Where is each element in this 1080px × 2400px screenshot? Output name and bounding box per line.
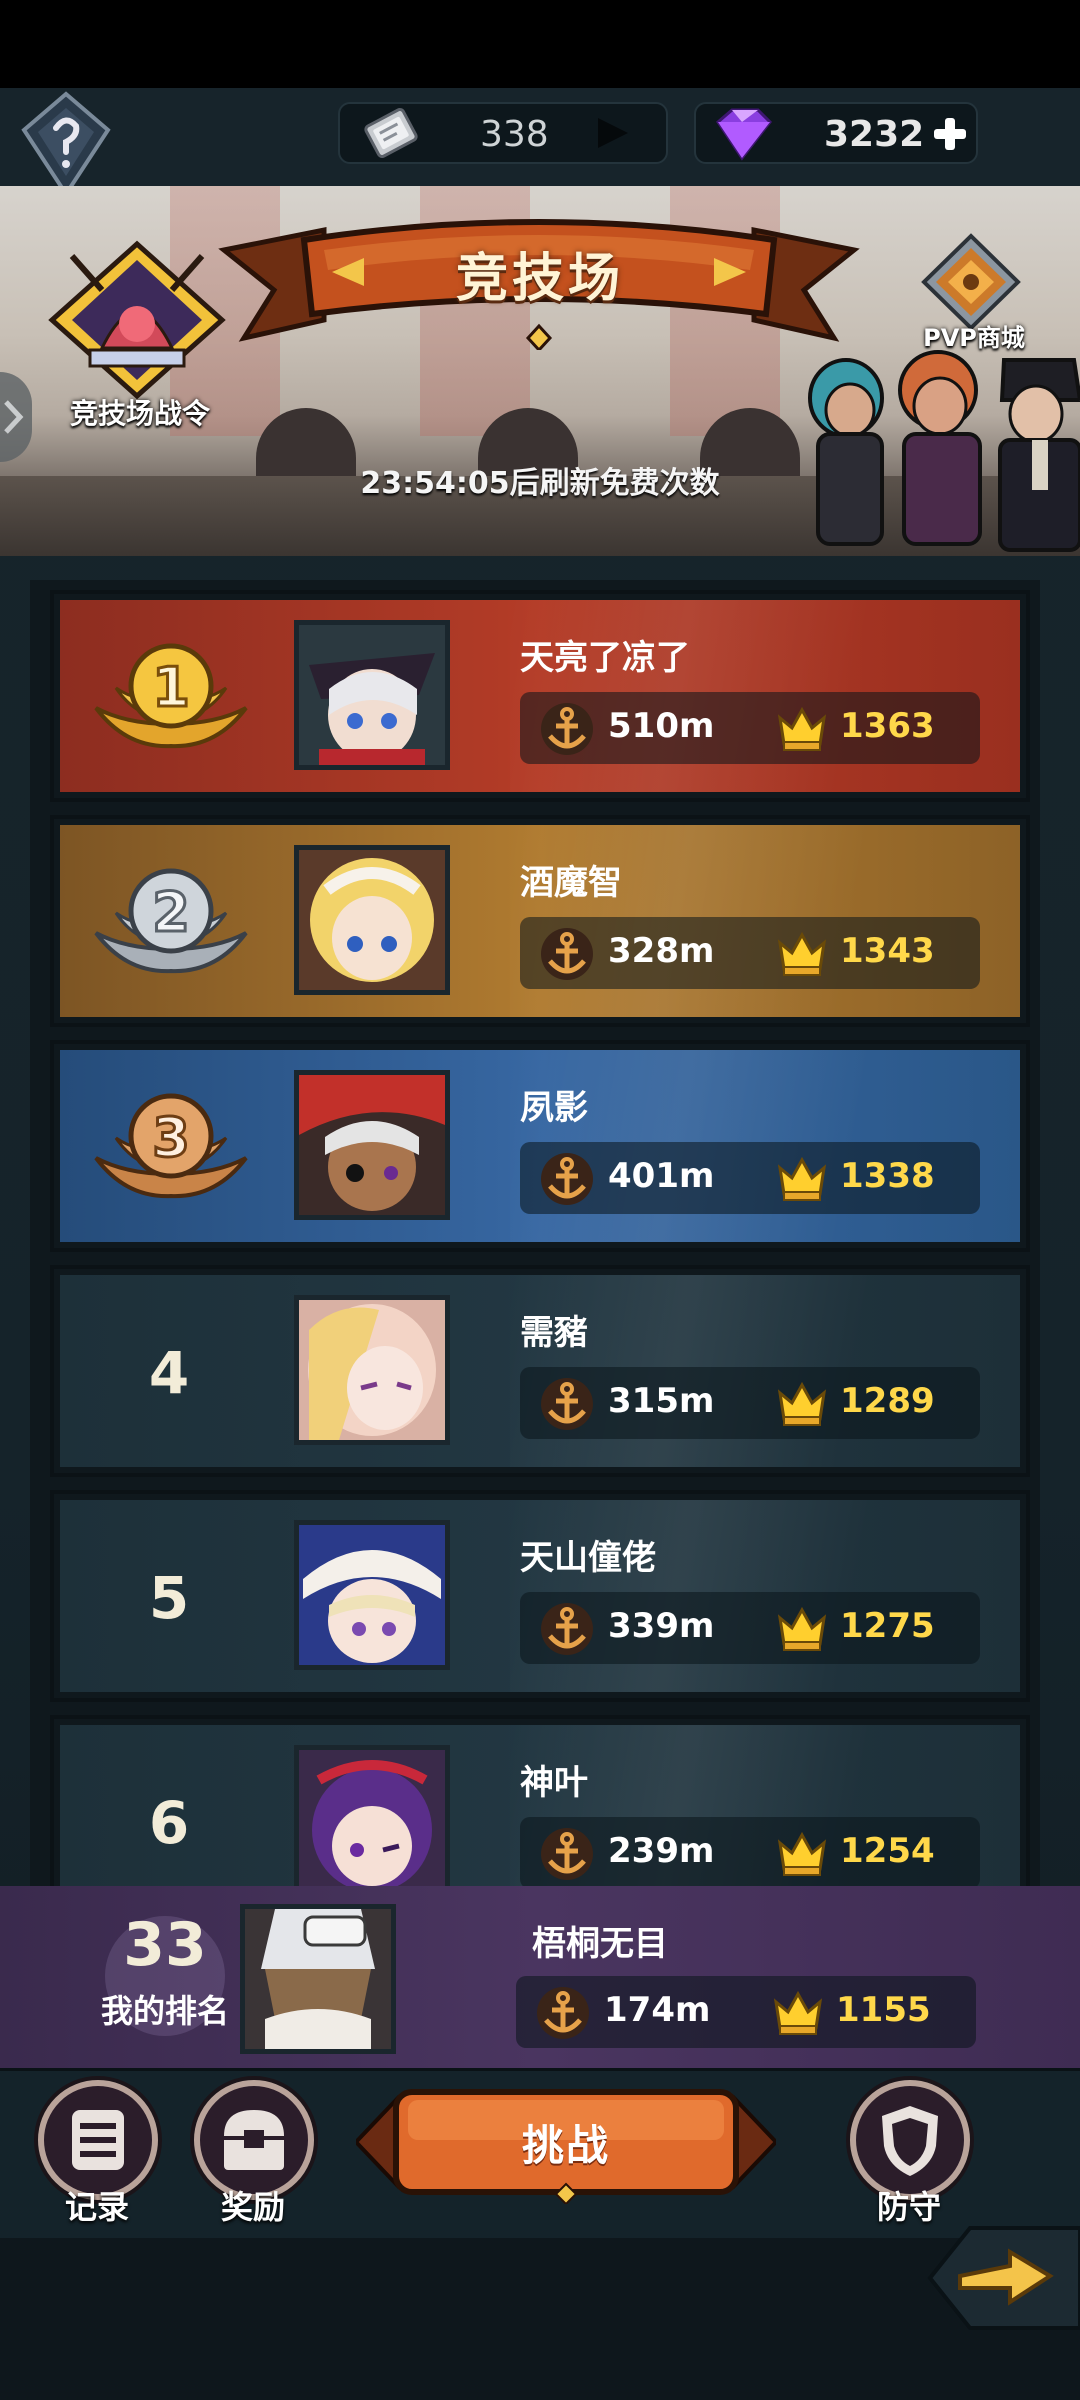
my-rank-number: 33	[123, 1910, 207, 1980]
shield-icon	[882, 2106, 938, 2176]
gold-medal-icon: 1	[94, 643, 248, 749]
score-value: 1289	[840, 1381, 935, 1421]
crown-icon	[777, 1156, 827, 1201]
score-value: 1338	[840, 1156, 935, 1196]
player-name: 天亮了凉了	[520, 638, 690, 678]
add-gems-plus-icon[interactable]	[930, 114, 970, 154]
anchor-icon	[537, 1987, 589, 2039]
distance-value: 239m	[608, 1831, 715, 1871]
avatar	[294, 1520, 450, 1670]
battle-pass-label[interactable]: 竞技场战令	[50, 392, 230, 432]
ranking-row-4[interactable]: 4 需豬 315m 1289	[50, 1265, 1030, 1477]
pvp-shop-icon[interactable]	[916, 232, 1026, 332]
score-value: 1155	[836, 1990, 931, 2030]
crown-icon	[777, 1606, 827, 1651]
crown-icon	[777, 931, 827, 976]
anchor-icon	[541, 1828, 593, 1880]
player-stats: 328m 1343	[520, 917, 980, 989]
player-stats: 401m 1338	[520, 1142, 980, 1214]
chevron-right-icon	[4, 400, 24, 434]
ranking-row-3[interactable]: 3 夙影 401m 1338	[50, 1040, 1030, 1252]
distance-value: 401m	[608, 1156, 715, 1196]
anchor-icon	[541, 703, 593, 755]
silver-medal-icon: 2	[94, 868, 248, 974]
player-name: 夙影	[520, 1088, 588, 1128]
challenge-label[interactable]: 挑战	[456, 2112, 676, 2173]
svg-text:3: 3	[152, 1106, 190, 1169]
my-player-stats: 174m 1155	[516, 1976, 976, 2048]
anchor-icon	[541, 928, 593, 980]
score-value: 1343	[840, 931, 935, 971]
player-stats: 339m 1275	[520, 1592, 980, 1664]
distance-value: 339m	[608, 1606, 715, 1646]
gem-icon	[716, 108, 772, 161]
ticket-count: 338	[480, 114, 549, 155]
crown-icon	[777, 1831, 827, 1876]
score-value: 1363	[840, 706, 935, 746]
rank-number: 5	[148, 1564, 190, 1632]
avatar	[294, 845, 450, 995]
score-value: 1275	[840, 1606, 935, 1646]
free-refresh-countdown: 23:54:05后刷新免费次数	[360, 466, 720, 501]
distance-value: 510m	[608, 706, 715, 746]
rewards-label[interactable]: 奖励	[188, 2182, 318, 2228]
arena-title: 竞技场	[455, 249, 624, 309]
next-arrow-button[interactable]	[900, 2208, 1080, 2348]
treasure-chest-icon	[224, 2110, 284, 2170]
player-stats: 510m 1363	[520, 692, 980, 764]
records-label[interactable]: 记录	[32, 2182, 162, 2228]
level-badge-icon[interactable]	[18, 90, 114, 200]
bronze-medal-icon: 3	[94, 1093, 248, 1199]
rank-number: 4	[148, 1339, 190, 1407]
anchor-icon	[541, 1378, 593, 1430]
left-arrow-tab[interactable]	[0, 372, 32, 462]
score-value: 1254	[840, 1831, 935, 1871]
my-player-name: 梧桐无目	[532, 1924, 668, 1964]
player-stats: 315m 1289	[520, 1367, 980, 1439]
crown-icon	[777, 1381, 827, 1426]
anchor-icon	[541, 1153, 593, 1205]
player-stats: 239m 1254	[520, 1817, 980, 1889]
my-rank-label: 我的排名	[100, 1992, 229, 2030]
crown-icon	[773, 1990, 823, 2035]
avatar	[294, 1745, 450, 1895]
avatar	[294, 620, 450, 770]
crown-icon	[777, 706, 827, 751]
anchor-icon	[541, 1603, 593, 1655]
player-name: 酒魔智	[520, 863, 622, 903]
distance-value: 315m	[608, 1381, 715, 1421]
ranking-row-2[interactable]: 2 酒魔智 328m 1343	[50, 815, 1030, 1027]
avatar	[294, 1070, 450, 1220]
player-name: 神叶	[520, 1763, 588, 1803]
avatar	[240, 1904, 396, 2054]
ticket-pill-arrow-icon	[598, 118, 628, 148]
ticket-counter[interactable]: 338	[338, 102, 668, 164]
player-name: 需豬	[520, 1313, 588, 1353]
svg-text:1: 1	[152, 656, 190, 719]
arena-heroes-illustration	[808, 350, 1080, 552]
svg-text:2: 2	[152, 881, 190, 944]
distance-value: 174m	[604, 1990, 711, 2030]
ranking-row-5[interactable]: 5 天山僮佬 339m 1275	[50, 1490, 1030, 1702]
avatar	[294, 1295, 450, 1445]
ticket-icon	[364, 108, 418, 158]
records-list-icon	[72, 2110, 124, 2170]
battle-pass-icon[interactable]	[42, 236, 232, 406]
player-name: 天山僮佬	[520, 1538, 656, 1578]
ranking-row-1[interactable]: 1 天亮了凉了 510m 1363	[50, 590, 1030, 802]
rank-number: 6	[148, 1789, 190, 1857]
gem-count: 3232	[824, 114, 925, 155]
status-bar	[0, 0, 1080, 88]
distance-value: 328m	[608, 931, 715, 971]
